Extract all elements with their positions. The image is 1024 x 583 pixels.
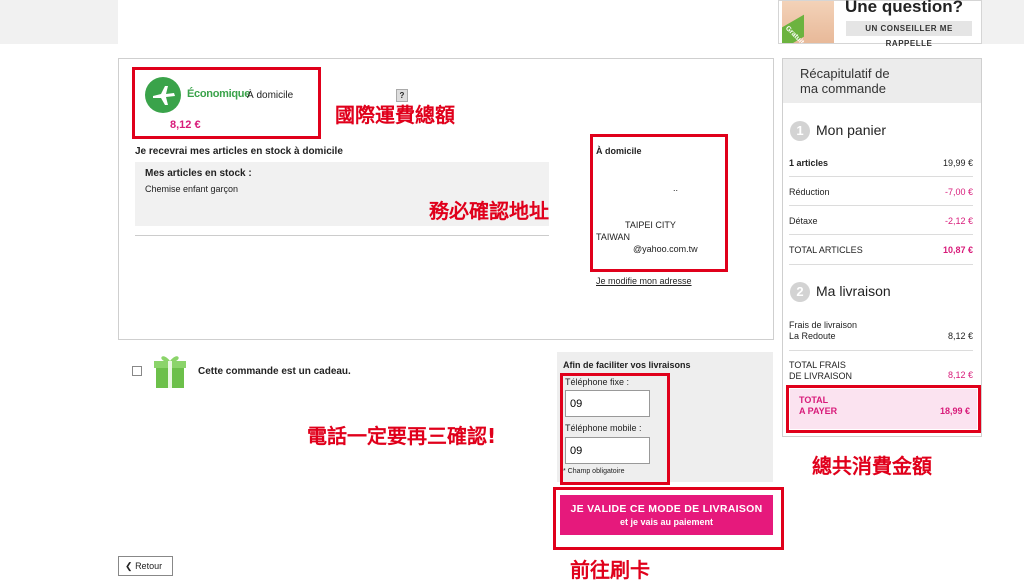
total-frais-label-1: TOTAL FRAIS [789,360,846,370]
gift-icon [150,350,190,390]
callback-button[interactable]: UN CONSEILLER ME RAPPELLE [846,21,972,48]
stock-box-title: Mes articles en stock : [145,168,252,179]
summary-total-articles-row: TOTAL ARTICLES 10,87 € [789,245,973,255]
detaxe-value: -2,12 € [944,216,973,226]
highlight-total [786,385,981,433]
gift-label: Cette commande est un cadeau. [198,366,351,377]
highlight-delivery-option [132,67,321,139]
annotation-confirm-phone: 電話一定要再三確認! [307,424,497,448]
highlight-phones [560,373,670,485]
annotation-confirm-address: 務必確認地址 [429,199,549,223]
top-banner [118,0,773,44]
help-widget[interactable]: Gratuit Une question? UN CONSEILLER ME R… [778,0,982,48]
livraison-step-badge: 2 [790,282,810,302]
summary-articles-row: 1 articles 19,99 € [789,158,973,168]
modify-address-link[interactable]: Je modifie mon adresse [596,276,692,286]
back-button-label: Retour [135,561,163,571]
page-top-shade [0,0,118,44]
summary-divider [789,234,973,235]
phones-heading: Afin de faciliter vos livraisons [563,360,691,370]
panier-step-badge: 1 [790,121,810,141]
reduction-label: Réduction [789,187,830,197]
stock-heading: Je recevrai mes articles en stock à domi… [135,146,343,157]
livraison-title: Ma livraison [816,283,891,299]
summary-detaxe-row: Détaxe -2,12 € [789,216,973,226]
summary-divider [789,350,973,351]
back-button[interactable]: ❮ Retour [118,556,173,576]
summary-title-2: ma commande [800,81,886,96]
annotation-grand-total: 總共消費金額 [812,454,932,478]
stock-divider [135,235,549,236]
highlight-validate-button [553,487,784,550]
articles-value: 19,99 € [942,158,973,168]
articles-label: 1 articles [789,158,829,168]
frais-label-1: Frais de livraison [789,320,858,330]
detaxe-label: Détaxe [789,216,818,226]
stock-item: Chemise enfant garçon [145,184,239,194]
agent-avatar-icon: Gratuit [782,1,834,43]
page-top-shade-right [982,0,1024,44]
gift-checkbox[interactable] [132,366,142,376]
summary-divider [789,176,973,177]
highlight-address [590,134,728,272]
panier-title: Mon panier [816,122,887,138]
frais-value: 8,12 € [947,331,973,341]
summary-reduction-row: Réduction -7,00 € [789,187,973,197]
question-title: Une question? [845,0,964,16]
reduction-value: -7,00 € [944,187,973,197]
total-articles-value: 10,87 € [942,245,973,255]
frais-label-2: La Redoute [789,331,836,341]
summary-divider [789,264,973,265]
total-frais-label-2: DE LIVRAISON [789,371,853,381]
summary-title-1: Récapitulatif de [800,66,890,81]
back-chevron-icon: ❮ [125,561,133,571]
summary-divider [789,205,973,206]
annotation-shipping-total: 國際運費總額 [335,103,455,127]
total-frais-value: 8,12 € [947,370,973,380]
total-articles-label: TOTAL ARTICLES [789,245,863,255]
